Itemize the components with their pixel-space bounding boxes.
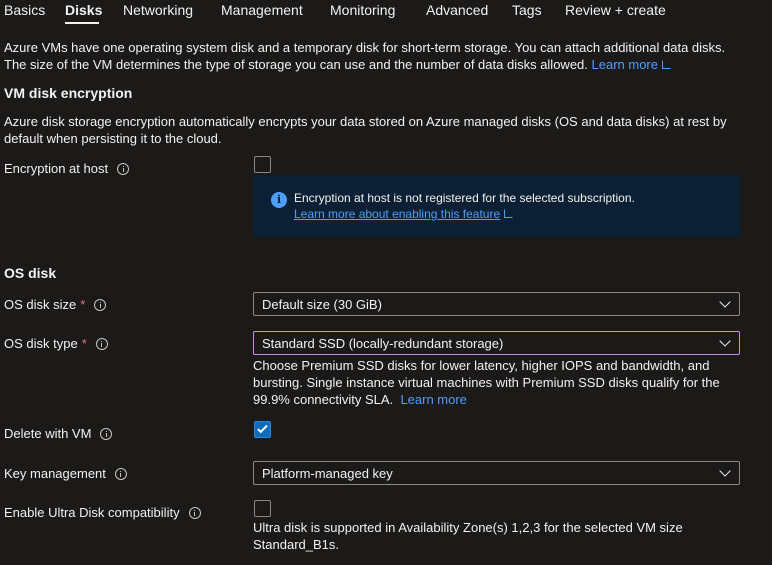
os-disk-type-help-line-2: bursting. Single instance virtual machin…: [253, 375, 720, 390]
ultra-disk-help-line-2: Standard_B1s.: [253, 537, 340, 552]
ultra-disk-checkbox[interactable]: [254, 500, 271, 517]
key-management-label: Key management: [4, 466, 127, 481]
info-circle-icon[interactable]: [188, 506, 201, 519]
encryption-desc-line-1: Azure disk storage encryption automatica…: [4, 114, 727, 129]
encryption-at-host-label-text: Encryption at host: [4, 161, 109, 176]
os-disk-type-help: Choose Premium SSD disks for lower laten…: [253, 357, 763, 408]
info-circle-icon[interactable]: [100, 427, 113, 440]
encryption-description: Azure disk storage encryption automatica…: [4, 113, 770, 147]
info-filled-icon: i: [271, 192, 287, 208]
intro-line-2-text: The size of the VM determines the type o…: [4, 57, 588, 72]
delete-with-vm-label: Delete with VM: [4, 426, 113, 441]
info-circle-icon[interactable]: [95, 337, 108, 350]
intro-line-2: The size of the VM determines the type o…: [4, 56, 770, 73]
tab-networking[interactable]: Networking: [123, 2, 193, 18]
tab-basics[interactable]: Basics: [4, 2, 45, 18]
tab-management[interactable]: Management: [221, 2, 303, 18]
intro-text: Azure VMs have one operating system disk…: [4, 39, 770, 73]
os-disk-type-help-line-3-text: 99.9% connectivity SLA.: [253, 392, 394, 407]
active-tab-indicator: [65, 22, 99, 24]
info-circle-icon[interactable]: [114, 467, 127, 480]
key-management-select[interactable]: Platform-managed key: [253, 461, 740, 485]
required-marker: *: [81, 336, 87, 351]
info-circle-icon[interactable]: [94, 298, 107, 311]
os-disk-size-value: Default size (30 GiB): [262, 297, 382, 312]
banner-learn-more-link[interactable]: Learn more about enabling this feature: [294, 207, 514, 221]
os-disk-heading: OS disk: [4, 265, 57, 281]
tab-monitoring[interactable]: Monitoring: [330, 2, 395, 18]
banner-message: Encryption at host is not registered for…: [294, 191, 635, 205]
external-link-icon: [662, 60, 671, 69]
key-management-label-text: Key management: [4, 466, 106, 481]
intro-learn-more-label: Learn more: [591, 57, 658, 72]
ultra-disk-help: Ultra disk is supported in Availability …: [253, 519, 763, 553]
info-circle-icon[interactable]: [117, 162, 130, 175]
ultra-disk-label: Enable Ultra Disk compatibility: [4, 505, 201, 520]
os-disk-type-label: OS disk type *: [4, 336, 108, 351]
chevron-down-icon: [719, 335, 731, 347]
delete-with-vm-checkbox[interactable]: [254, 421, 271, 438]
tab-tags[interactable]: Tags: [512, 2, 542, 18]
encryption-heading: VM disk encryption: [4, 85, 133, 101]
tab-disks[interactable]: Disks: [65, 2, 102, 18]
os-disk-size-select[interactable]: Default size (30 GiB): [253, 292, 740, 316]
tab-review-create[interactable]: Review + create: [565, 2, 666, 18]
tab-advanced[interactable]: Advanced: [426, 2, 488, 18]
delete-with-vm-label-text: Delete with VM: [4, 426, 92, 441]
os-disk-type-help-line-3: 99.9% connectivity SLA. Learn more: [253, 391, 763, 408]
banner-link-label: Learn more about enabling this feature: [294, 207, 501, 221]
external-link-icon: [504, 209, 514, 218]
key-management-value: Platform-managed key: [262, 466, 393, 481]
os-disk-size-label: OS disk size *: [4, 297, 107, 312]
chevron-down-icon: [719, 465, 731, 477]
os-disk-type-help-line-1: Choose Premium SSD disks for lower laten…: [253, 358, 710, 373]
encryption-at-host-checkbox[interactable]: [254, 156, 271, 173]
encryption-desc-line-2: default when persisting it to the cloud.: [4, 131, 222, 146]
os-disk-type-value: Standard SSD (locally-redundant storage): [262, 336, 504, 351]
encryption-info-banner: i Encryption at host is not registered f…: [253, 175, 740, 237]
chevron-down-icon: [719, 296, 731, 308]
ultra-disk-label-text: Enable Ultra Disk compatibility: [4, 505, 180, 520]
intro-learn-more-link[interactable]: Learn more: [592, 57, 671, 72]
premium-learn-more-link[interactable]: Learn more: [400, 392, 466, 407]
os-disk-type-label-text: OS disk type: [4, 336, 78, 351]
os-disk-size-label-text: OS disk size: [4, 297, 77, 312]
tab-bar: Basics Disks Networking Management Monit…: [0, 0, 772, 24]
ultra-disk-help-line-1: Ultra disk is supported in Availability …: [253, 520, 683, 535]
encryption-at-host-label: Encryption at host: [4, 161, 130, 176]
os-disk-type-select[interactable]: Standard SSD (locally-redundant storage): [253, 331, 740, 355]
required-marker: *: [80, 297, 86, 312]
checkmark-icon: [257, 422, 268, 434]
intro-line-1: Azure VMs have one operating system disk…: [4, 40, 726, 55]
